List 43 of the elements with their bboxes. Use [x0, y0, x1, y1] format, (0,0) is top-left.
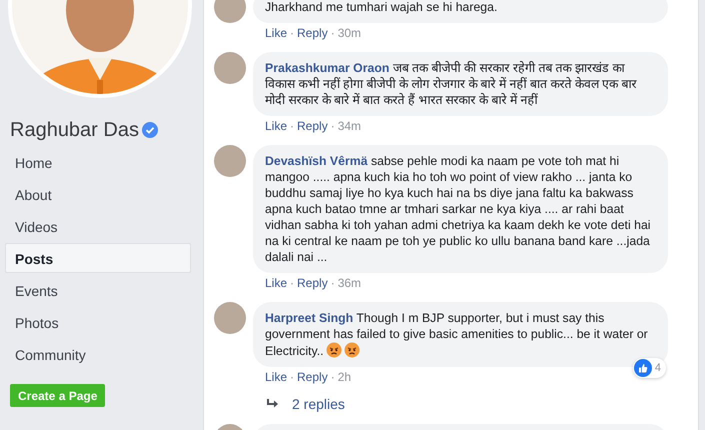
avatar [214, 0, 246, 23]
separator: · [330, 276, 335, 290]
comment-text: Harpreet Singh Though I m BJP supporter, but i must say this government has failed to give basic amenities to public... be it water or Electricity.. [265, 310, 649, 359]
separator: · [330, 119, 335, 133]
comment-action-link[interactable]: Reply [297, 276, 328, 290]
reply-arrow-icon [267, 399, 279, 409]
nav-item[interactable]: Posts [5, 243, 191, 273]
comment-time: 2h [338, 370, 352, 384]
comment-action-link[interactable]: Like [265, 26, 288, 40]
nav-item[interactable]: Events [5, 275, 191, 305]
separator: · [290, 370, 294, 384]
avatar [214, 302, 246, 334]
author-link[interactable]: Devashïsh Vêrmä [265, 154, 368, 168]
author-link[interactable]: Harpreet Singh [265, 311, 354, 325]
comment-action-link[interactable]: Like [265, 370, 288, 384]
separator: · [290, 119, 294, 133]
author-link[interactable]: Prakashkumar Oraon [265, 61, 390, 75]
comment-action-link[interactable]: Reply [297, 370, 328, 384]
avatar [214, 145, 246, 177]
comment-action-link[interactable]: Like [265, 276, 288, 290]
separator: · [290, 26, 294, 40]
comment-action-link[interactable]: Reply [297, 26, 328, 40]
comment-time: 30m [338, 26, 362, 40]
nav-item[interactable]: Videos [5, 211, 191, 241]
comment-text: Devashïsh Vêrmä sabse pehle modi ka naam pe vote toh mat hi mangoo ..... apna kuch kia ho toh wo point of view rakho ... janta ko buddhu samaj liye ho kya kuch hai na bs diye jana faltu ka bakwass apna kuch batao tmne ar tmhari sarkar ne kya kiya .... ar rahi baat vidhan sabha ki toh yahan admi chetriya ka kaam dekh ke vote deti hai na ki central ke naam pe toh ye public ko ullu banana band kare ...jada dalali nai ... [265, 153, 652, 265]
like-icon [634, 359, 652, 377]
nav-item[interactable]: Home [5, 147, 191, 177]
nav-item[interactable]: Photos [5, 307, 191, 337]
separator: · [330, 370, 335, 384]
page-name: Raghubar Das [10, 118, 139, 142]
separator: · [330, 26, 335, 40]
comment-time: 34m [338, 119, 362, 133]
comment-text: Jharkhand me tumhari wajah se hi harega. [265, 0, 498, 15]
comment-action-link[interactable]: Like [265, 119, 288, 133]
comment-action-link[interactable]: Reply [297, 119, 328, 133]
avatar [214, 52, 246, 84]
comment-time: 36m [338, 276, 362, 290]
comment-text: Prakashkumar Oraon जब तक बीजेपी की सरकार रहेगी तब तक झारखंड का विकास कभी नहीं होगा बीजेपी के लोग रोजगार के बारे में नहीं बात करते केवल एक बार मोदी सरकार के बारे में बात करते हैं भारत सरकार के बारे में नहीं [265, 60, 638, 108]
view-replies-link[interactable]: 2 replies [292, 396, 345, 412]
nav-item[interactable]: Community [5, 339, 191, 369]
reaction-count: 4 [654, 362, 661, 374]
nav-item[interactable]: About [5, 179, 191, 209]
separator: · [290, 276, 294, 290]
